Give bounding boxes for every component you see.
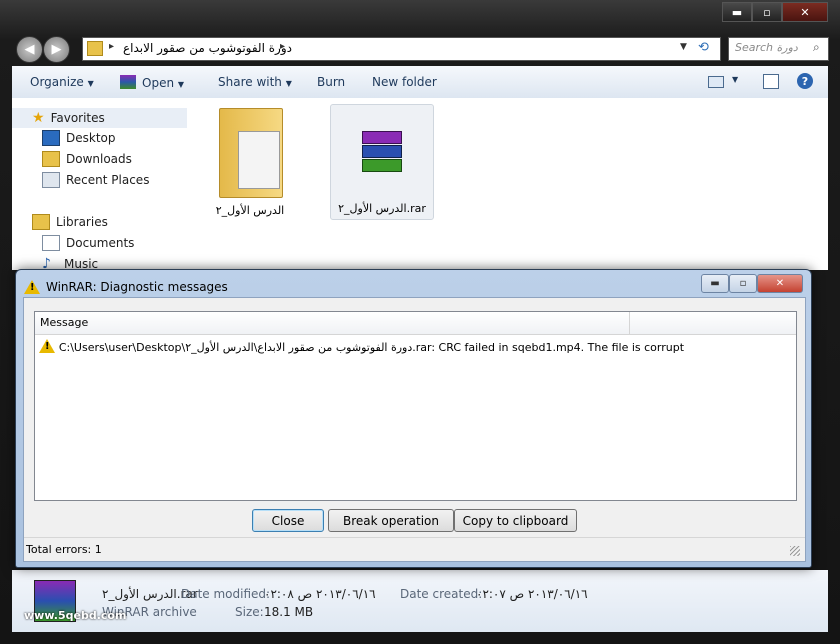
breadcrumb[interactable]: دورة الفوتوشوب من صقور الابداع (123, 41, 292, 55)
command-bar: Organize ▼ Open ▼ Share with ▼ Burn New … (12, 66, 828, 99)
sidebar-item-libraries[interactable]: Libraries (32, 212, 108, 232)
watermark-text: www.5qebd.com (24, 609, 127, 622)
documents-icon (42, 235, 60, 251)
new-folder-button[interactable]: New folder (372, 75, 437, 89)
close-button[interactable]: Close (252, 509, 324, 532)
sidebar-item-recent-places[interactable]: Recent Places (42, 170, 149, 190)
size-label: Size: (235, 605, 264, 619)
folder-thumbnail (238, 131, 280, 189)
star-icon: ★ (32, 110, 45, 126)
forward-button[interactable]: ▶ (43, 36, 70, 63)
window-caption-buttons: ▬ ▫ ✕ (722, 2, 828, 22)
organize-button[interactable]: Organize ▼ (30, 75, 94, 89)
list-item[interactable]: C:\Users\user\Desktop\دورة الفوتوشوب من … (39, 339, 794, 357)
arrow-left-icon: ◀ (24, 42, 35, 57)
warning-icon (24, 280, 40, 297)
message-list-header: Message (35, 312, 796, 335)
winrar-diagnostic-dialog: WinRAR: Diagnostic messages ▬ ▫ ✕ Messag… (15, 269, 812, 568)
sidebar-item-favorites[interactable]: ★ Favorites (12, 108, 187, 128)
search-icon[interactable]: ⌕ (813, 40, 820, 55)
copy-to-clipboard-button[interactable]: Copy to clipboard (454, 509, 577, 532)
view-options-icon[interactable] (708, 76, 724, 88)
desktop-icon (42, 130, 60, 146)
dialog-minimize-button[interactable]: ▬ (701, 274, 729, 293)
date-created-value: ٢٠١٣/٠٦/١٦ ص ٠٢:٠٧ (476, 587, 588, 601)
minimize-button[interactable]: ▬ (722, 2, 752, 22)
date-created-label: Date created: (400, 587, 483, 601)
search-placeholder: Search دورة (735, 41, 798, 54)
chevron-down-icon: ▼ (285, 79, 292, 88)
dialog-body: Message C:\Users\user\Desktop\دورة الفوت… (23, 297, 806, 562)
file-name: الدرس الأول_٢ (215, 204, 285, 217)
dialog-title: WinRAR: Diagnostic messages (46, 280, 228, 294)
status-bar: Total errors: 1 (24, 537, 805, 562)
dialog-maximize-button[interactable]: ▫ (729, 274, 757, 293)
dialog-close-icon[interactable]: ✕ (757, 274, 803, 293)
sidebar-item-downloads[interactable]: Downloads (42, 149, 132, 169)
winrar-archive-icon (362, 131, 402, 172)
open-button[interactable]: Open ▼ (120, 75, 184, 90)
file-item[interactable]: الدرس الأول_٢ (205, 104, 295, 222)
warning-icon (39, 339, 55, 356)
breadcrumb-arrow-icon: ▸ (280, 41, 286, 52)
recent-places-icon (42, 172, 60, 188)
file-item-selected[interactable]: الدرس الأول_٢.rar (330, 104, 434, 220)
breadcrumb-arrow-icon: ▸ (109, 41, 115, 52)
date-modified-value: ٢٠١٣/٠٦/١٦ ص ٠٢:٠٨ (264, 587, 376, 601)
resize-grip-icon[interactable] (790, 546, 800, 556)
search-input[interactable]: Search دورة ⌕ (728, 37, 829, 61)
sidebar-item-desktop[interactable]: Desktop (42, 128, 116, 148)
chevron-down-icon: ▼ (177, 80, 185, 89)
share-with-button[interactable]: Share with ▼ (218, 75, 292, 89)
refresh-icon[interactable]: ⟲ (698, 40, 709, 55)
column-divider[interactable] (629, 312, 630, 334)
libraries-icon (32, 214, 50, 230)
column-header-message[interactable]: Message (40, 316, 88, 329)
burn-button[interactable]: Burn (317, 75, 345, 89)
chevron-down-icon: ▼ (87, 79, 94, 88)
close-window-button[interactable]: ✕ (782, 2, 828, 22)
address-dropdown-icon[interactable]: ▼ (680, 42, 687, 52)
message-text: C:\Users\user\Desktop\دورة الفوتوشوب من … (58, 341, 685, 354)
help-icon[interactable]: ? (797, 73, 813, 89)
navigation-pane: ★ Favorites Desktop Downloads Recent Plac… (12, 98, 191, 272)
total-errors-text: Total errors: 1 (26, 543, 102, 556)
folder-icon (87, 41, 103, 56)
arrow-right-icon: ▶ (51, 42, 62, 57)
preview-pane-icon[interactable] (763, 74, 779, 89)
folder-icon (219, 108, 283, 198)
maximize-button[interactable]: ▫ (752, 2, 782, 22)
back-button[interactable]: ◀ (16, 36, 43, 63)
size-value: 18.1 MB (264, 605, 314, 619)
message-list[interactable]: Message C:\Users\user\Desktop\دورة الفوت… (34, 311, 797, 501)
break-operation-button[interactable]: Break operation (328, 509, 454, 532)
chevron-down-icon[interactable]: ▼ (732, 75, 738, 84)
downloads-icon (42, 151, 60, 167)
sidebar-item-documents[interactable]: Documents (42, 233, 134, 253)
details-pane: الدرس الأول_٢.rar WinRAR archive Date mo… (12, 570, 828, 632)
file-name: الدرس الأول_٢.rar (338, 202, 426, 215)
winrar-icon (120, 75, 136, 89)
file-list: الدرس الأول_٢ الدرس الأول_٢.rar (190, 98, 828, 270)
date-modified-label: Date modified: (181, 587, 271, 601)
address-bar[interactable]: ▸ دورة الفوتوشوب من صقور الابداع ▸ ▼ ⟲ (82, 37, 721, 61)
